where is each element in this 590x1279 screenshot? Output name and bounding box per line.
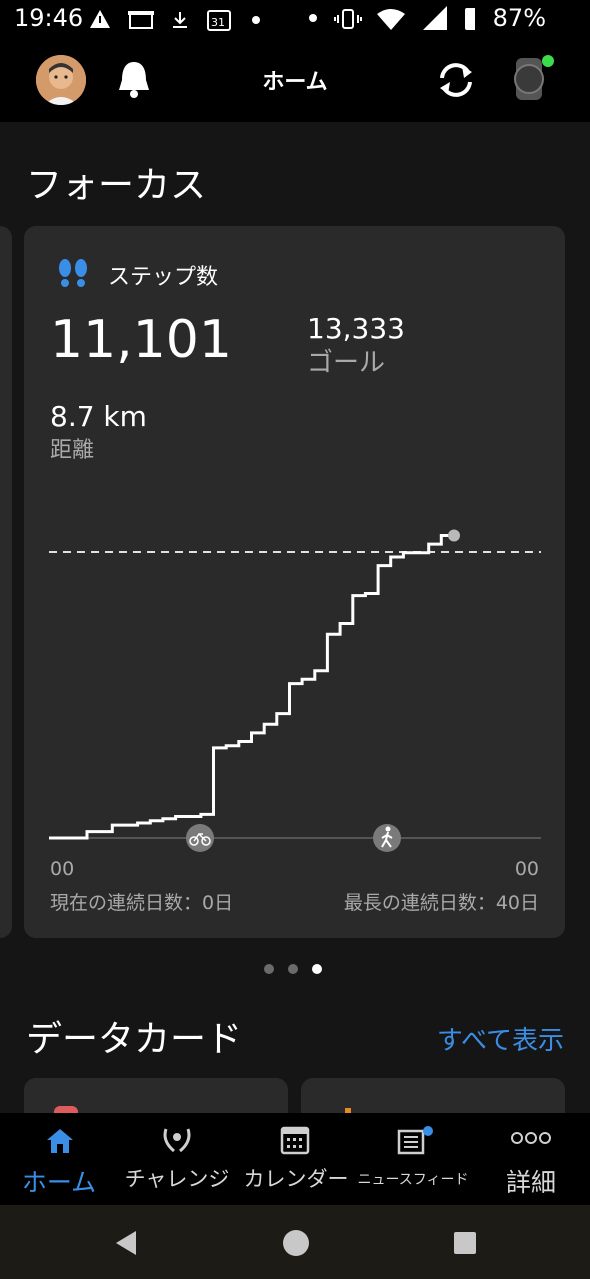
- nav-home[interactable]: ホーム: [4, 1113, 114, 1205]
- steps-card[interactable]: ステップ数 11,101 13,333 ゴール 8.7 km 距離 00 00 …: [24, 226, 565, 938]
- goal-label: ゴール: [307, 348, 386, 378]
- current-point: [448, 529, 460, 542]
- pager-dot[interactable]: [264, 964, 274, 974]
- page-title: ホーム: [262, 70, 328, 95]
- notification-icons: 31: [90, 10, 260, 31]
- pager-dot[interactable]: [288, 964, 298, 974]
- longest-streak: 最長の連続日数：40日: [343, 892, 539, 914]
- pager-dot-active[interactable]: [312, 964, 322, 974]
- laurel-icon: [163, 1128, 191, 1153]
- steps-chart: [49, 529, 541, 852]
- system-icons: [309, 6, 475, 30]
- home-icon: [47, 1129, 73, 1153]
- top-app-bar: ホーム: [0, 40, 590, 122]
- battery-level: 87%: [492, 4, 546, 32]
- show-all-link[interactable]: すべて表示: [437, 1020, 564, 1057]
- nav-label: 詳細: [505, 1168, 556, 1197]
- footsteps-icon: [59, 259, 87, 287]
- bike-activity-marker[interactable]: [186, 824, 214, 852]
- distance-value: 8.7 km: [50, 400, 147, 433]
- steps-value: 11,101: [50, 310, 232, 370]
- x-axis-end-label: 00: [514, 858, 539, 880]
- home-circle-icon[interactable]: [282, 1229, 310, 1257]
- nav-label: チャレンジ: [124, 1167, 230, 1191]
- sync-icon[interactable]: [434, 58, 478, 102]
- more-icon: [511, 1132, 551, 1144]
- nav-label: ニュースフィード: [357, 1172, 469, 1188]
- system-navigation-bar: [0, 1205, 590, 1279]
- previous-card-edge[interactable]: [0, 226, 12, 938]
- data-cards-section-title: データカード: [26, 1019, 243, 1060]
- focus-section-title: フォーカス: [26, 165, 207, 206]
- nav-calendar[interactable]: カレンダー: [240, 1113, 352, 1205]
- goal-value: 13,333: [307, 312, 405, 345]
- svg-text:31: 31: [211, 16, 225, 29]
- nav-challenges[interactable]: チャレンジ: [118, 1113, 236, 1205]
- current-streak: 現在の連続日数：0日: [50, 892, 234, 914]
- x-axis-start-label: 00: [50, 858, 75, 880]
- nav-more[interactable]: 詳細: [478, 1113, 584, 1205]
- nav-label: カレンダー: [243, 1167, 349, 1191]
- watch-device-icon[interactable]: [506, 54, 556, 106]
- status-time: 19:46: [14, 4, 84, 32]
- back-icon[interactable]: [112, 1229, 140, 1257]
- calendar-icon: [280, 1126, 310, 1155]
- steps-line-series: [49, 534, 454, 840]
- nav-newsfeed[interactable]: ニュースフィード: [356, 1113, 470, 1205]
- newsfeed-icon: [397, 1126, 433, 1155]
- walk-activity-marker[interactable]: [373, 824, 401, 852]
- card-label: ステップ数: [108, 265, 219, 290]
- nav-label: ホーム: [21, 1168, 97, 1197]
- bottom-navigation: ホーム チャレンジ カレンダー ニュースフィード 詳細: [0, 1113, 590, 1205]
- recents-icon[interactable]: [452, 1229, 480, 1257]
- status-bar: 19:46 31 87%: [0, 0, 590, 40]
- distance-label: 距離: [50, 438, 95, 463]
